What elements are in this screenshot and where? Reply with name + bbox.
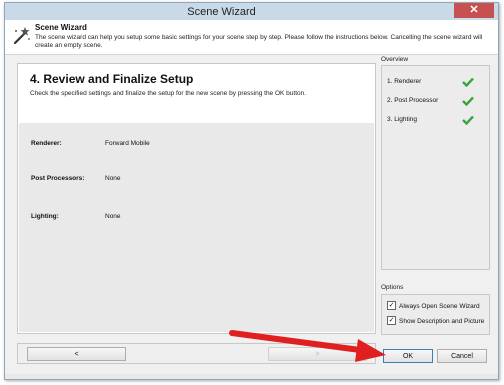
options-panel: ✓ Always Open Scene Wizard ✓ Show Descript… <box>381 294 490 335</box>
title-bar: Scene Wizard ✕ <box>5 3 498 20</box>
sidebar: Overview 1. Renderer 2. Post Processor 3… <box>381 54 490 379</box>
header-title: Scene Wizard <box>35 23 87 32</box>
checkbox-checked[interactable]: ✓ <box>387 316 396 325</box>
window-title: Scene Wizard <box>187 6 256 18</box>
overview-item-lighting: 3. Lighting <box>387 116 417 123</box>
lighting-label: Lighting: <box>31 213 59 220</box>
post-processors-label: Post Processors: <box>31 175 85 182</box>
show-description-label: Show Description and Picture <box>399 318 485 326</box>
close-button[interactable]: ✕ <box>454 3 494 18</box>
cancel-button[interactable]: Cancel <box>437 349 487 363</box>
step-description: Check the specified settings and finaliz… <box>30 90 307 97</box>
overview-item-post-processor: 2. Post Processor <box>387 97 439 104</box>
options-label: Options <box>381 284 404 291</box>
always-open-option[interactable]: ✓ Always Open Scene Wizard <box>387 301 480 311</box>
checkmark-icon <box>462 77 474 87</box>
show-description-option[interactable]: ✓ Show Description and Picture <box>387 316 485 326</box>
next-button[interactable]: > <box>268 347 367 361</box>
overview-item-renderer: 1. Renderer <box>387 78 422 85</box>
scene-wizard-window: Scene Wizard ✕ Scene Wizard The scene wi… <box>4 2 499 380</box>
ok-button[interactable]: OK <box>383 349 433 363</box>
lighting-value: None <box>105 213 121 220</box>
renderer-label: Renderer: <box>31 140 62 147</box>
magic-wand-icon <box>13 27 30 45</box>
step-title: 4. Review and Finalize Setup <box>30 72 194 86</box>
renderer-value: Forward Mobile <box>105 140 150 147</box>
header-description: The scene wizard can help you setup some… <box>35 34 483 49</box>
checkmark-icon <box>462 115 474 125</box>
checkbox-checked[interactable]: ✓ <box>387 301 396 310</box>
settings-summary: Renderer: Forward Mobile Post Processors… <box>19 123 374 332</box>
overview-label: Overview <box>381 56 409 63</box>
overview-panel: 1. Renderer 2. Post Processor 3. Lightin… <box>381 65 490 270</box>
back-button[interactable]: < <box>27 347 126 361</box>
post-processors-value: None <box>105 175 121 182</box>
wizard-header: Scene Wizard The scene wizard can help y… <box>5 20 498 55</box>
step-navigation: < > <box>17 343 376 364</box>
always-open-label: Always Open Scene Wizard <box>399 303 480 311</box>
step-panel: 4. Review and Finalize Setup Check the s… <box>17 63 376 334</box>
checkmark-icon <box>462 96 474 106</box>
status-bar <box>5 374 498 379</box>
